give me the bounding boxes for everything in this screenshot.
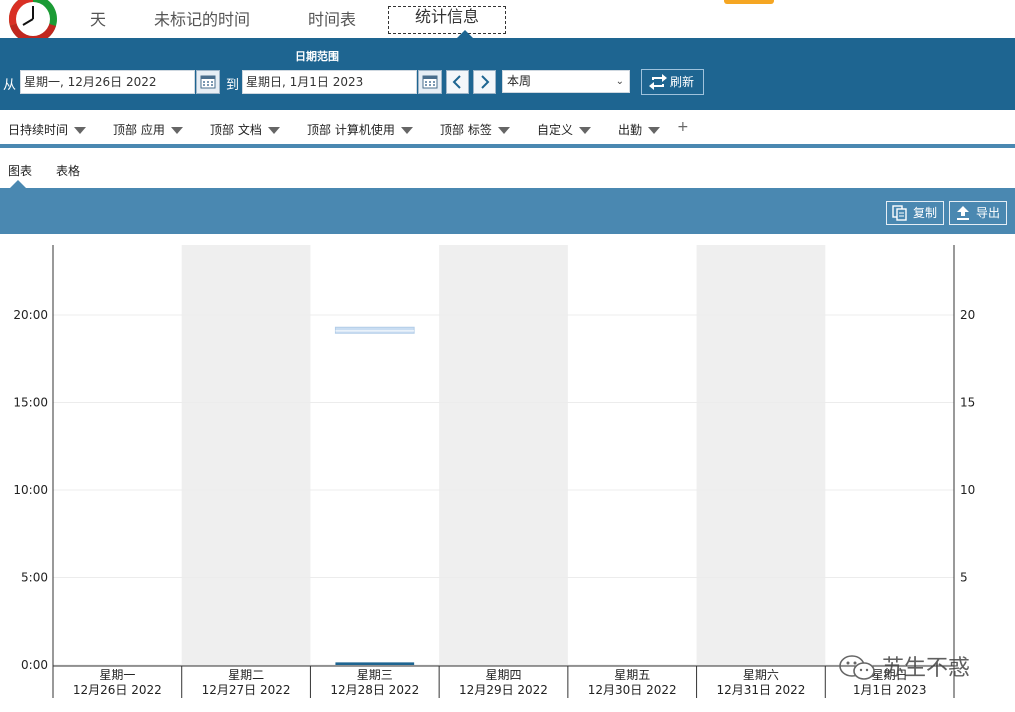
refresh-icon <box>649 74 667 90</box>
x-tick-label-day: 星期一 <box>99 668 135 682</box>
chevron-down-icon <box>579 127 592 134</box>
x-tick-label-date: 12月31日 2022 <box>716 683 805 697</box>
date-range-title: 日期范围 <box>295 50 339 63</box>
chevron-down-icon <box>267 127 280 134</box>
tab-table[interactable]: 表格 <box>56 162 80 179</box>
copy-button[interactable]: 复制 <box>886 201 945 225</box>
active-tab-pointer <box>457 30 473 38</box>
tab-custom[interactable]: 自定义 <box>537 121 592 138</box>
chevron-down-icon <box>648 127 661 134</box>
from-date-field[interactable]: 星期一, 12月26日 2022 <box>20 70 195 94</box>
active-view-pointer <box>10 180 26 188</box>
tab-label: 顶部 计算机使用 <box>307 123 395 137</box>
tab-label: 顶部 文档 <box>210 123 262 137</box>
x-tick-label-day: 星期二 <box>228 668 264 682</box>
shaded-column <box>181 245 311 665</box>
tab-top-documents[interactable]: 顶部 文档 <box>210 121 280 138</box>
upload-icon <box>957 206 969 220</box>
x-tick-label-day: 星期五 <box>614 668 650 682</box>
from-label: 从 <box>3 78 17 93</box>
x-tick-label-date: 12月29日 2022 <box>459 683 548 697</box>
tab-label: 顶部 标签 <box>440 123 492 137</box>
orange-indicator <box>724 0 774 4</box>
period-select[interactable]: 本周 ⌄ <box>502 70 630 93</box>
shaded-column <box>696 245 826 665</box>
to-calendar-button[interactable] <box>418 70 442 94</box>
y-tick-label-left: 10:00 <box>13 483 48 497</box>
to-date-field[interactable]: 星期日, 1月1日 2023 <box>242 70 417 94</box>
chart-svg: 0:00 5:00 10:00 15:00 20:00 5 10 15 20 星期一12月26日 … <box>13 245 975 698</box>
chevron-down-icon: ⌄ <box>615 76 624 87</box>
shaded-column <box>439 245 568 665</box>
chart-toolbar: 复制 导出 <box>0 188 1015 234</box>
copy-label: 复制 <box>913 206 938 220</box>
y-tick-label-left: 15:00 <box>13 396 48 410</box>
tab-chart[interactable]: 图表 <box>8 162 32 179</box>
previous-period-button[interactable] <box>446 70 469 94</box>
to-label: 到 <box>226 78 240 93</box>
export-label: 导出 <box>976 206 1001 220</box>
chevron-right-icon <box>481 75 490 89</box>
x-tick-label-date: 12月26日 2022 <box>73 683 162 697</box>
chevron-down-icon <box>497 127 510 134</box>
tab-top-computer-usage[interactable]: 顶部 计算机使用 <box>307 121 413 138</box>
y-tick-label-right: 20 <box>960 308 975 322</box>
next-period-button[interactable] <box>473 70 496 94</box>
y-tick-label-right: 5 <box>960 571 968 585</box>
y-tick-label-right: 15 <box>960 396 975 410</box>
chevron-down-icon <box>400 127 413 134</box>
from-calendar-button[interactable] <box>196 70 220 94</box>
x-tick-label-day: 星期六 <box>743 668 779 682</box>
refresh-label: 刷新 <box>670 75 695 89</box>
chevron-down-icon <box>74 127 87 134</box>
top-tabs: 天 未标记的时间 时间表 统计信息 <box>70 0 507 38</box>
x-tick-label-date: 12月30日 2022 <box>588 683 677 697</box>
duration-bar <box>335 662 415 665</box>
tab-timesheet[interactable]: 时间表 <box>308 0 388 36</box>
tab-label: 出勤 <box>618 123 643 137</box>
tab-label: 顶部 应用 <box>113 123 165 137</box>
calendar-icon <box>422 75 438 89</box>
tab-label: 自定义 <box>537 123 574 137</box>
export-button[interactable]: 导出 <box>949 201 1008 225</box>
tab-unlabeled-time[interactable]: 未标记的时间 <box>154 0 308 36</box>
tab-daily-duration[interactable]: 日持续时间 <box>8 121 87 138</box>
y-tick-label-right: 10 <box>960 483 975 497</box>
add-tab-icon[interactable]: + <box>677 119 689 135</box>
x-tick-label-date: 12月28日 2022 <box>330 683 419 697</box>
date-range-bar: 日期范围 从 星期一, 12月26日 2022 到 星期日, 1月1日 2023… <box>0 38 1015 110</box>
wechat-icon <box>839 655 875 680</box>
tab-statistics[interactable]: 统计信息 <box>388 6 507 34</box>
tab-attendance[interactable]: 出勤 <box>618 121 661 138</box>
activity-range-marker <box>334 326 415 334</box>
chevron-left-icon <box>452 75 461 89</box>
copy-icon <box>892 205 907 221</box>
x-tick-label-date: 1月1日 2023 <box>853 683 927 697</box>
y-tick-label-left: 20:00 <box>13 308 48 322</box>
calendar-icon <box>200 75 216 89</box>
top-bar: 天 未标记的时间 时间表 统计信息 <box>0 0 1015 44</box>
refresh-button[interactable]: 刷新 <box>641 69 704 95</box>
daily-duration-chart: 0:00 5:00 10:00 15:00 20:00 5 10 15 20 星期一 12月26日 … <box>0 235 1015 708</box>
chevron-down-icon <box>170 127 183 134</box>
period-select-value: 本周 <box>507 74 532 88</box>
x-tick-label-date: 12月27日 2022 <box>202 683 291 697</box>
watermark-text: 苏生不惑 <box>882 656 971 681</box>
x-tick-label-day: 星期四 <box>485 668 521 682</box>
x-tick-label-day: 星期三 <box>357 668 393 682</box>
tab-day[interactable]: 天 <box>70 0 154 36</box>
report-tabs: 日持续时间 顶部 应用 顶部 文档 顶部 计算机使用 顶部 标签 自定义 出勤 … <box>0 110 1015 148</box>
tab-label: 日持续时间 <box>8 123 69 137</box>
tab-top-apps[interactable]: 顶部 应用 <box>113 121 183 138</box>
y-tick-label-left: 5:00 <box>21 571 48 585</box>
tab-top-tags[interactable]: 顶部 标签 <box>440 121 510 138</box>
y-tick-label-left: 0:00 <box>21 658 48 672</box>
view-tabs: 图表 表格 <box>0 152 1015 188</box>
